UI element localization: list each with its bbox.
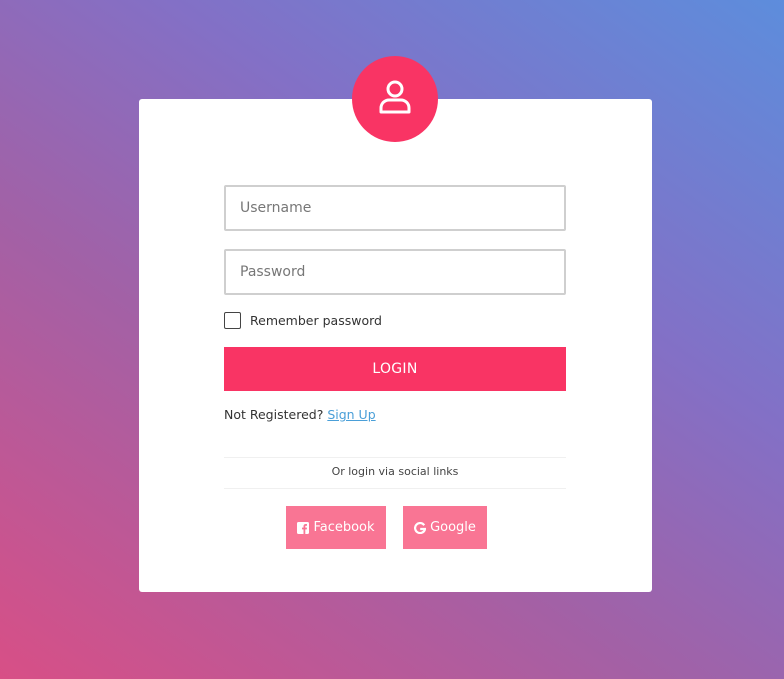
user-icon — [378, 79, 412, 119]
username-input[interactable] — [224, 185, 566, 231]
divider — [224, 488, 566, 489]
divider — [224, 457, 566, 458]
google-button[interactable]: Google — [403, 506, 487, 549]
login-button[interactable]: LOGIN — [224, 347, 566, 391]
remember-checkbox[interactable] — [224, 312, 241, 329]
facebook-icon — [297, 521, 310, 534]
google-label: Google — [430, 520, 476, 535]
register-prompt: Not Registered? Sign Up — [224, 407, 376, 422]
login-card — [139, 99, 652, 592]
facebook-button[interactable]: Facebook — [286, 506, 386, 549]
password-input[interactable] — [224, 249, 566, 295]
remember-password-option[interactable]: Remember password — [224, 312, 382, 329]
google-icon — [414, 521, 427, 534]
avatar — [352, 56, 438, 142]
remember-label: Remember password — [250, 313, 382, 328]
facebook-label: Facebook — [313, 520, 375, 535]
not-registered-text: Not Registered? — [224, 407, 324, 422]
social-login-text: Or login via social links — [331, 465, 459, 478]
signup-link[interactable]: Sign Up — [327, 407, 375, 422]
